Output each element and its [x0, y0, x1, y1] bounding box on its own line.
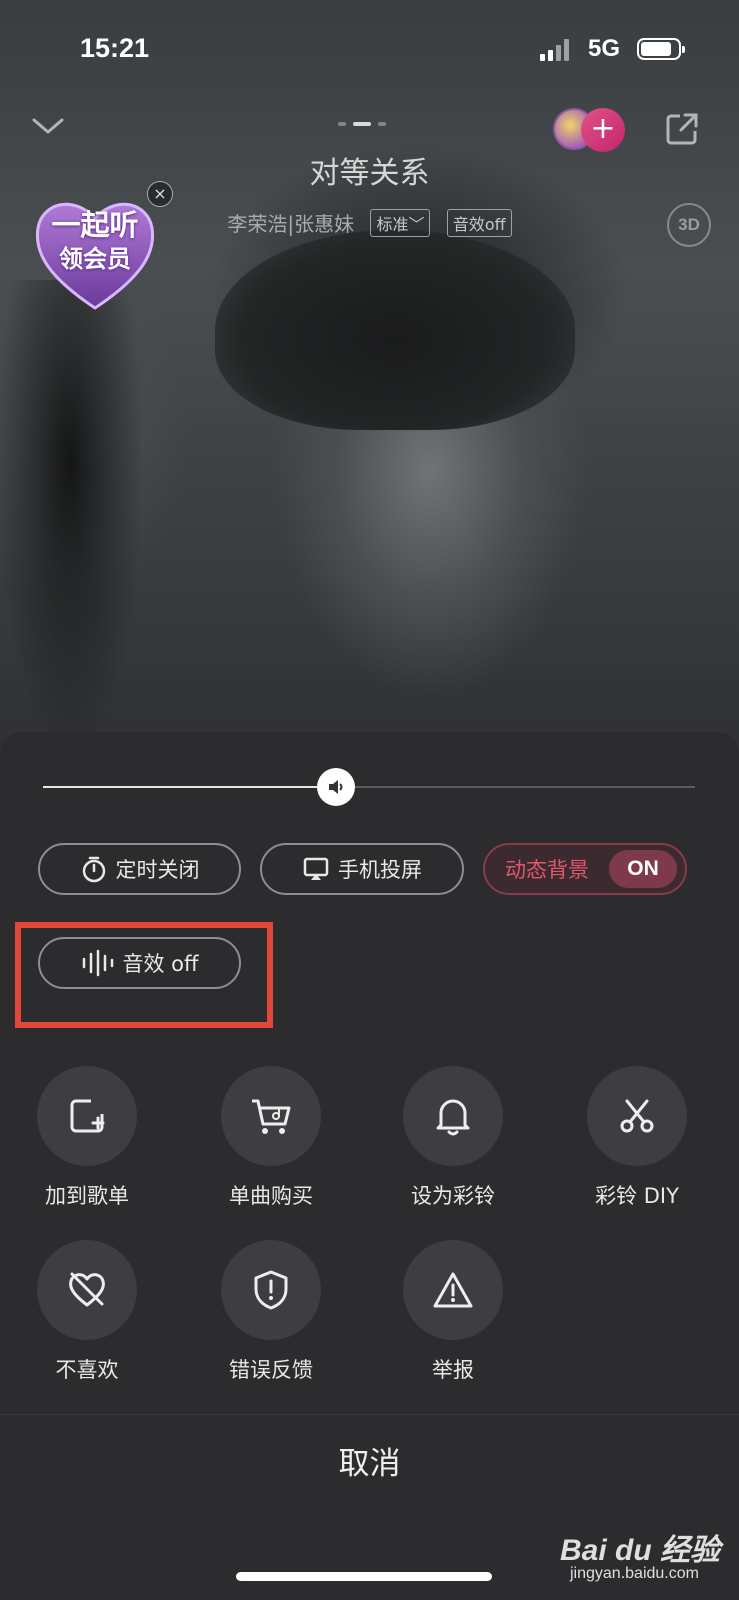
- battery-icon: [637, 38, 685, 60]
- speaker-icon: [329, 780, 343, 794]
- action-set-ringback[interactable]: 设为彩铃: [378, 1066, 528, 1210]
- cast-icon: [302, 855, 330, 883]
- action-label: 设为彩铃: [411, 1184, 495, 1208]
- warning-icon: [403, 1240, 503, 1340]
- dynamic-background-label: 动态背景: [505, 858, 589, 882]
- action-label: 举报: [432, 1358, 474, 1382]
- dislike-heart-icon: [37, 1240, 137, 1340]
- timer-icon: [80, 855, 108, 883]
- cart-icon: [221, 1066, 321, 1166]
- volume-fill: [43, 786, 337, 788]
- 3d-audio-button[interactable]: 3D: [667, 203, 711, 247]
- dynamic-background-toggle[interactable]: 动态背景 ON: [483, 843, 687, 895]
- bell-icon: [403, 1066, 503, 1166]
- watermark-url: jingyan.baidu.com: [570, 1565, 699, 1582]
- action-error-feedback[interactable]: 错误反馈: [196, 1240, 346, 1384]
- shield-alert-icon: [221, 1240, 321, 1340]
- network-type: 5G: [588, 35, 621, 62]
- action-label: 单曲购买: [229, 1184, 313, 1208]
- divider: [0, 1414, 739, 1415]
- add-to-playlist-icon: [37, 1066, 137, 1166]
- status-time: 15:21: [80, 33, 150, 63]
- promo-close-button[interactable]: ×: [147, 181, 173, 207]
- action-add-to-playlist[interactable]: 加到歌单: [12, 1066, 162, 1210]
- signal-icon: [540, 39, 570, 61]
- sleep-timer-button[interactable]: 定时关闭: [38, 843, 241, 895]
- action-label: 错误反馈: [229, 1358, 313, 1382]
- sound-effect-tag[interactable]: 音效off: [446, 208, 512, 237]
- cast-button[interactable]: 手机投屏: [260, 843, 464, 895]
- artist-names[interactable]: 李荣浩|张惠妹: [227, 208, 354, 237]
- watermark-brand: Bai du 经验: [560, 1534, 721, 1567]
- listen-together-avatars[interactable]: +: [553, 108, 633, 152]
- quality-selector[interactable]: 标准﹀: [370, 208, 431, 237]
- collapse-chevron-icon[interactable]: [30, 112, 66, 140]
- sleep-timer-label: 定时关闭: [115, 858, 200, 882]
- toggle-state: ON: [609, 850, 677, 888]
- action-label: 不喜欢: [55, 1358, 119, 1382]
- promo-line2: 领会员: [59, 245, 131, 273]
- listen-together-promo[interactable]: 一起听 领会员: [30, 190, 160, 320]
- share-icon[interactable]: [663, 110, 701, 148]
- page-indicator: [338, 122, 398, 126]
- promo-line1: 一起听: [51, 208, 139, 242]
- add-plus-icon[interactable]: +: [581, 108, 625, 152]
- action-ringback-diy[interactable]: 彩铃 DIY: [562, 1066, 712, 1210]
- song-title: 对等关系: [309, 156, 430, 191]
- scissors-icon: [587, 1066, 687, 1166]
- volume-thumb[interactable]: [317, 768, 356, 806]
- highlight-box: [15, 922, 273, 1028]
- status-bar: 15:21 5G: [0, 0, 739, 100]
- action-label: 加到歌单: [45, 1184, 129, 1208]
- cancel-button[interactable]: 取消: [0, 1438, 739, 1483]
- action-label: 彩铃 DIY: [595, 1184, 679, 1208]
- action-buy-single[interactable]: 单曲购买: [196, 1066, 346, 1210]
- cast-label: 手机投屏: [338, 858, 422, 882]
- volume-slider[interactable]: [43, 768, 695, 806]
- action-dislike[interactable]: 不喜欢: [12, 1240, 162, 1384]
- screen: 15:21 5G + 对等关系 李荣浩|张惠妹 标准﹀ 音效off 3D 一起听…: [0, 0, 739, 1600]
- home-indicator[interactable]: [236, 1572, 492, 1581]
- action-report[interactable]: 举报: [378, 1240, 528, 1384]
- baidu-watermark: Bai du 经验 jingyan.baidu.com: [540, 1525, 730, 1595]
